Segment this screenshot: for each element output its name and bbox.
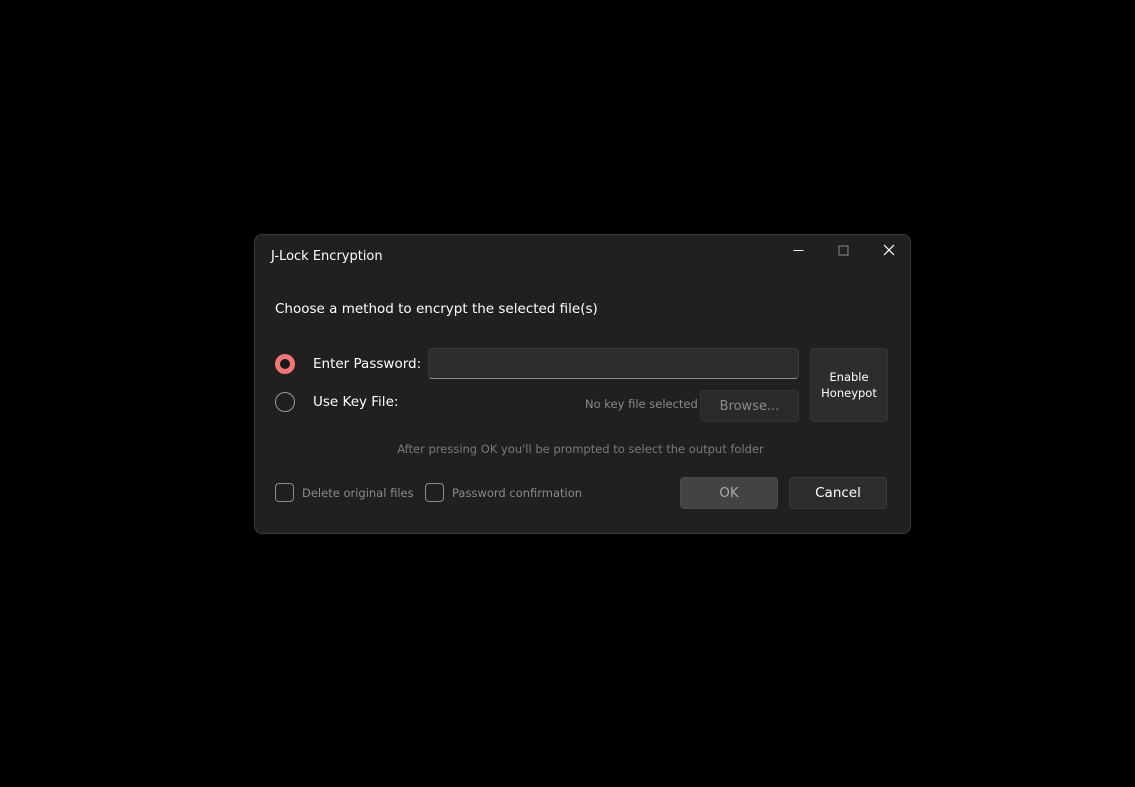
output-folder-hint: After pressing OK you'll be prompted to … (397, 442, 764, 456)
delete-original-checkbox[interactable] (275, 483, 294, 502)
window-title: J-Lock Encryption (271, 249, 383, 264)
minimize-button[interactable] (776, 235, 821, 265)
key-file-status: No key file selected (585, 397, 698, 411)
password-confirmation-label[interactable]: Password confirmation (452, 486, 582, 500)
maximize-button[interactable] (821, 235, 866, 265)
minimize-icon (793, 249, 804, 251)
method-prompt: Choose a method to encrypt the selected … (275, 301, 598, 317)
enable-honeypot-button[interactable]: Enable Honeypot (810, 348, 888, 422)
use-key-file-label[interactable]: Use Key File: (313, 394, 398, 410)
cancel-button[interactable]: Cancel (789, 477, 887, 509)
radio-enter-password[interactable] (275, 354, 295, 374)
radio-use-key-file[interactable] (275, 392, 295, 412)
close-icon (883, 244, 894, 256)
encryption-dialog: J-Lock Encryption Choose a method to enc… (254, 234, 911, 534)
ok-button[interactable]: OK (680, 477, 778, 509)
close-button[interactable] (866, 235, 911, 265)
password-input[interactable] (428, 348, 799, 379)
maximize-icon (838, 245, 849, 255)
browse-button[interactable]: Browse... (700, 390, 799, 422)
password-confirmation-checkbox[interactable] (425, 483, 444, 502)
delete-original-label[interactable]: Delete original files (302, 486, 414, 500)
enter-password-label[interactable]: Enter Password: (313, 356, 421, 372)
